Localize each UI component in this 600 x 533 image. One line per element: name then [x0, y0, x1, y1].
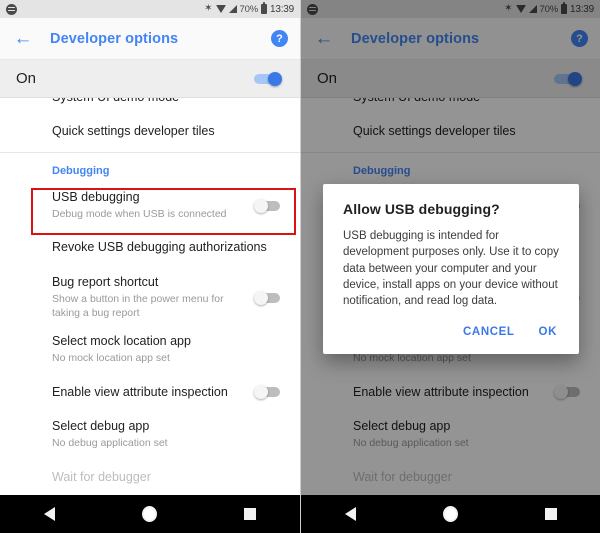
list-item-enable-view-attribute-inspection[interactable]: Enable view attribute inspection	[0, 372, 300, 412]
list-item-subtitle: No debug application set	[52, 437, 168, 450]
back-arrow-icon[interactable]: ←	[12, 28, 34, 50]
navigation-bar	[301, 495, 600, 533]
settings-list: System UI demo mode Quick settings devel…	[0, 98, 300, 498]
master-switch-toggle[interactable]	[254, 71, 284, 86]
toggle-knob	[254, 290, 268, 305]
list-item-quick-settings-tiles[interactable]: Quick settings developer tiles	[0, 112, 300, 152]
list-item-texts: Select debug app No debug application se…	[52, 412, 284, 457]
allow-usb-debugging-dialog: Allow USB debugging? USB debugging is in…	[323, 184, 579, 354]
list-item-texts: Enable view attribute inspection	[52, 378, 246, 408]
clipped-list-item-label: System UI demo mode	[52, 98, 179, 104]
toggle-knob	[254, 385, 268, 400]
view-attribute-inspection-toggle[interactable]	[254, 385, 284, 400]
cancel-button[interactable]: CANCEL	[461, 324, 517, 340]
nav-back-icon[interactable]	[344, 507, 356, 521]
list-item-texts: Bug report shortcut Show a button in the…	[52, 268, 246, 327]
toggle-knob	[268, 71, 282, 86]
battery-percent-label: 70%	[239, 3, 259, 15]
list-item-title: Bug report shortcut	[52, 275, 159, 290]
cellular-signal-icon	[228, 5, 237, 13]
list-item-revoke-usb-authorizations[interactable]: Revoke USB debugging authorizations	[0, 228, 300, 268]
help-icon[interactable]: ?	[271, 30, 288, 47]
phone-screen-left: ✶ 70% 13:39 ← Developer options ? On Sy	[0, 0, 300, 533]
status-bar-system-icons: ✶ 70% 13:39	[204, 2, 294, 15]
nav-recents-icon[interactable]	[244, 508, 257, 520]
list-item-title: USB debugging	[52, 190, 140, 204]
toggle-knob	[254, 198, 268, 213]
status-bar: ✶ 70% 13:39	[0, 0, 300, 18]
status-bar-notifications	[6, 3, 17, 15]
nav-home-icon[interactable]	[442, 506, 458, 522]
list-item-texts: Revoke USB debugging authorizations	[52, 233, 284, 263]
developer-options-master-row[interactable]: On	[0, 60, 300, 98]
section-header-debugging: Debugging	[52, 165, 110, 177]
navigation-bar	[0, 495, 300, 533]
usb-debugging-toggle[interactable]	[254, 198, 284, 213]
dual-screenshot-container: ✶ 70% 13:39 ← Developer options ? On Sy	[0, 0, 600, 533]
dialog-action-bar: CANCEL OK	[343, 310, 559, 348]
list-item-subtitle: Debug mode when USB is connected	[52, 207, 227, 220]
list-item-texts: USB debugging Debug mode when USB is con…	[52, 183, 246, 228]
bluetooth-icon: ✶	[204, 3, 213, 14]
list-item-select-mock-location-app[interactable]: Select mock location app No mock locatio…	[0, 327, 300, 372]
list-item-texts: Select mock location app No mock locatio…	[52, 327, 284, 372]
list-item-title: Select mock location app	[52, 334, 191, 349]
list-item-bug-report-shortcut[interactable]: Bug report shortcut Show a button in the…	[0, 268, 300, 327]
list-item-subtitle: Show a button in the power menu for taki…	[52, 292, 224, 319]
nav-home-icon[interactable]	[141, 506, 157, 522]
app-bar: ← Developer options ?	[0, 18, 300, 60]
dialog-title: Allow USB debugging?	[343, 201, 500, 217]
list-item-texts: Wait for debugger	[52, 463, 284, 493]
list-item-usb-debugging[interactable]: USB debugging Debug mode when USB is con…	[0, 183, 300, 228]
clipped-list-item[interactable]: System UI demo mode	[0, 98, 300, 112]
page-title: Developer options	[50, 30, 179, 47]
list-item-wait-for-debugger[interactable]: Wait for debugger	[0, 458, 300, 498]
list-item-title: Enable view attribute inspection	[52, 384, 228, 399]
bug-report-shortcut-toggle[interactable]	[254, 290, 284, 305]
battery-icon	[260, 2, 267, 14]
phone-screen-right: ✶ 70% 13:39 ← Developer options ? On Sy	[300, 0, 600, 533]
spotify-notification-icon	[6, 3, 17, 15]
nav-recents-icon[interactable]	[544, 508, 557, 520]
list-item-title: Revoke USB debugging authorizations	[52, 240, 267, 255]
list-item-select-debug-app[interactable]: Select debug app No debug application se…	[0, 412, 300, 457]
list-item-texts: Quick settings developer tiles	[52, 117, 284, 147]
nav-back-icon[interactable]	[43, 507, 55, 521]
status-bar-clock: 13:39	[269, 3, 294, 15]
master-switch-label: On	[16, 70, 37, 87]
list-item-title: Quick settings developer tiles	[52, 124, 215, 139]
list-item-title: Wait for debugger	[52, 469, 151, 484]
ok-button[interactable]: OK	[537, 324, 559, 340]
list-item-subtitle: No mock location app set	[52, 351, 170, 364]
wifi-icon	[215, 5, 226, 13]
dialog-body-text: USB debugging is intended for developmen…	[343, 230, 559, 308]
list-item-title: Select debug app	[52, 419, 150, 434]
